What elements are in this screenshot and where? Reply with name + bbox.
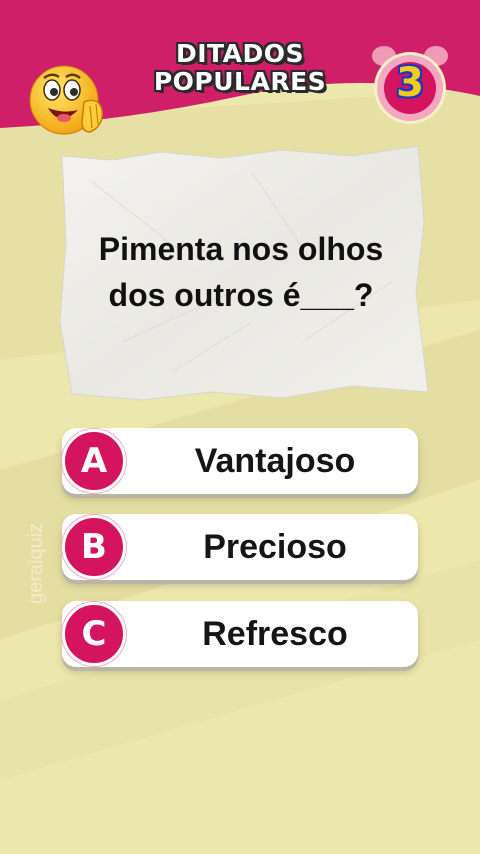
answer-label: Precioso [203,528,347,566]
winking-whisper-emoji-icon [29,65,103,135]
answer-option-b[interactable]: B Precioso [62,514,418,580]
answer-label: Vantajoso [194,442,356,480]
question-line-2: dos outros é___? [108,277,374,313]
countdown-timer: 3 [368,42,452,126]
timer-value: 3 [396,60,424,106]
answer-label: Refresco [202,615,348,653]
question-text: Pimenta nos olhos dos outros é___? [60,226,422,318]
answer-letter-badge: A [62,429,126,493]
watermark-text: geraiquiz [25,522,47,604]
header-banner: DITADOS POPULARES 3 [0,0,480,150]
answer-option-c[interactable]: C Refresco [62,601,418,667]
answer-letter-badge: C [62,602,126,666]
answer-option-a[interactable]: A Vantajoso [62,428,418,494]
question-line-1: Pimenta nos olhos [98,231,384,267]
